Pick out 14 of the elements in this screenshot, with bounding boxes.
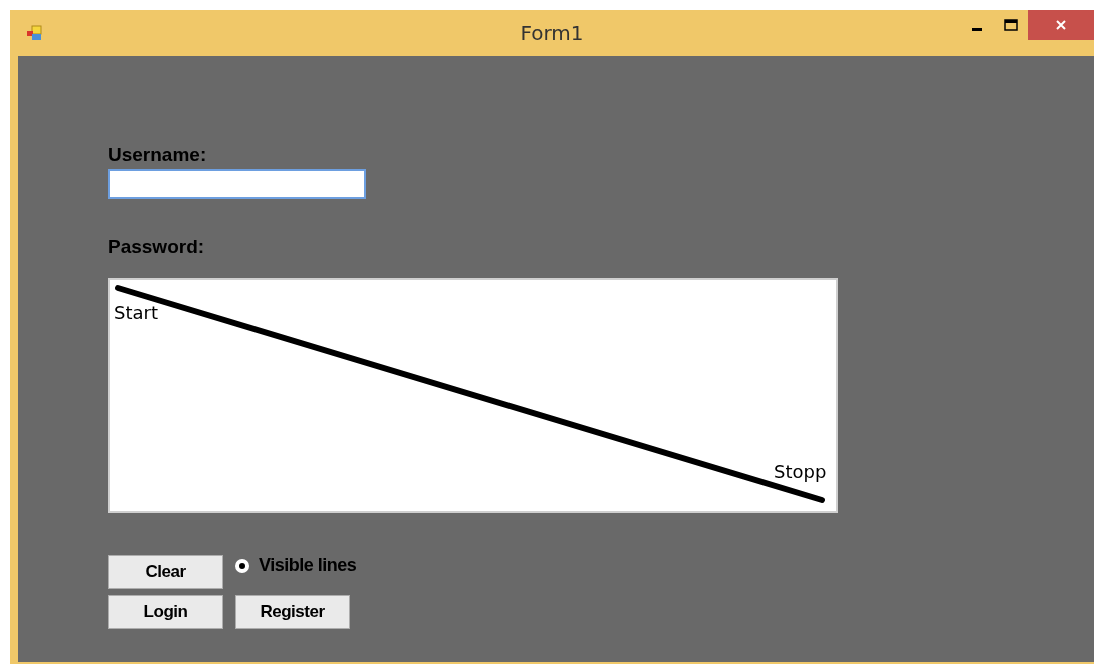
visible-lines-radio[interactable]: Visible lines (235, 555, 357, 576)
start-label: Start (114, 302, 158, 323)
window-title: Form1 (519, 21, 585, 45)
minimize-icon (972, 27, 982, 31)
end-label: Stopp (774, 461, 827, 482)
register-button[interactable]: Register (235, 595, 350, 629)
maximize-icon (1004, 19, 1018, 31)
clear-button[interactable]: Clear (108, 555, 223, 589)
app-icon (26, 25, 42, 41)
login-button[interactable]: Login (108, 595, 223, 629)
username-label: Username: (108, 144, 207, 166)
password-label: Password: (108, 236, 205, 258)
username-field[interactable] (108, 169, 366, 199)
close-icon (1055, 19, 1067, 31)
